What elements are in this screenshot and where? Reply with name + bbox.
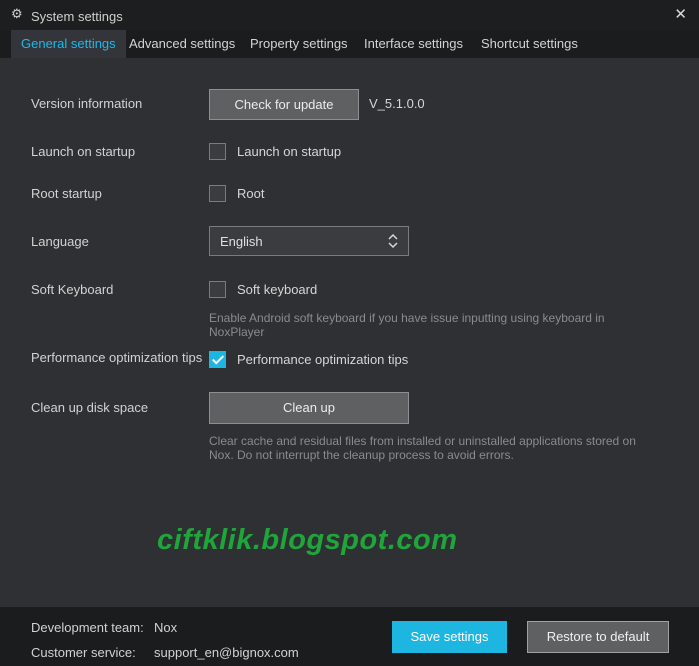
up-down-chevron-icon [388, 233, 398, 249]
customer-service-label: Customer service: [31, 645, 136, 660]
language-select[interactable]: English [209, 226, 409, 256]
tab-general-settings[interactable]: General settings [11, 30, 126, 58]
tab-property-settings[interactable]: Property settings [240, 30, 358, 58]
clean-up-button[interactable]: Clean up [209, 392, 409, 424]
customer-service-email[interactable]: support_en@bignox.com [154, 645, 299, 660]
development-team-label: Development team: [31, 620, 144, 635]
soft-keyboard-checkbox-label[interactable]: Soft keyboard [237, 282, 317, 297]
performance-tips-checkbox-label[interactable]: Performance optimization tips [237, 352, 408, 367]
watermark-text: ciftklik.blogspot.com [157, 524, 458, 556]
window-title: System settings [31, 9, 123, 24]
settings-tabs: General settings Advanced settings Prope… [0, 30, 699, 58]
restore-default-button[interactable]: Restore to default [527, 621, 669, 653]
launch-on-startup-label: Launch on startup [31, 144, 136, 159]
soft-keyboard-hint-line1: Enable Android soft keyboard if you have… [209, 311, 605, 325]
check-for-update-button[interactable]: Check for update [209, 89, 359, 120]
root-checkbox-label[interactable]: Root [237, 186, 264, 201]
soft-keyboard-checkbox[interactable] [209, 281, 226, 298]
root-startup-label: Root startup [31, 186, 102, 201]
performance-tips-checkbox[interactable] [209, 351, 226, 368]
clean-up-hint: Clear cache and residual files from inst… [209, 434, 636, 462]
clean-up-hint-line1: Clear cache and residual files from inst… [209, 434, 636, 448]
version-value: V_5.1.0.0 [369, 96, 425, 111]
save-settings-button[interactable]: Save settings [392, 621, 507, 653]
gear-icon: ⚙ [11, 6, 23, 21]
soft-keyboard-hint: Enable Android soft keyboard if you have… [209, 311, 605, 339]
launch-on-startup-checkbox-label[interactable]: Launch on startup [237, 144, 341, 159]
tab-advanced-settings[interactable]: Advanced settings [119, 30, 245, 58]
title-bar: ⚙ System settings ✕ [0, 0, 699, 30]
version-info-label: Version information [31, 96, 143, 111]
performance-tips-label: Performance optimization tips [31, 350, 203, 365]
clean-up-label: Clean up disk space [31, 400, 149, 415]
clean-up-hint-line2: Nox. Do not interrupt the cleanup proces… [209, 448, 514, 462]
launch-on-startup-checkbox[interactable] [209, 143, 226, 160]
root-checkbox[interactable] [209, 185, 226, 202]
development-team-value: Nox [154, 620, 178, 635]
soft-keyboard-hint-line2: NoxPlayer [209, 325, 265, 339]
tab-interface-settings[interactable]: Interface settings [354, 30, 473, 58]
language-selected-value: English [220, 234, 263, 249]
tab-shortcut-settings[interactable]: Shortcut settings [471, 30, 588, 58]
soft-keyboard-label: Soft Keyboard [31, 282, 114, 297]
language-label: Language [31, 234, 89, 249]
close-icon[interactable]: ✕ [674, 5, 687, 23]
